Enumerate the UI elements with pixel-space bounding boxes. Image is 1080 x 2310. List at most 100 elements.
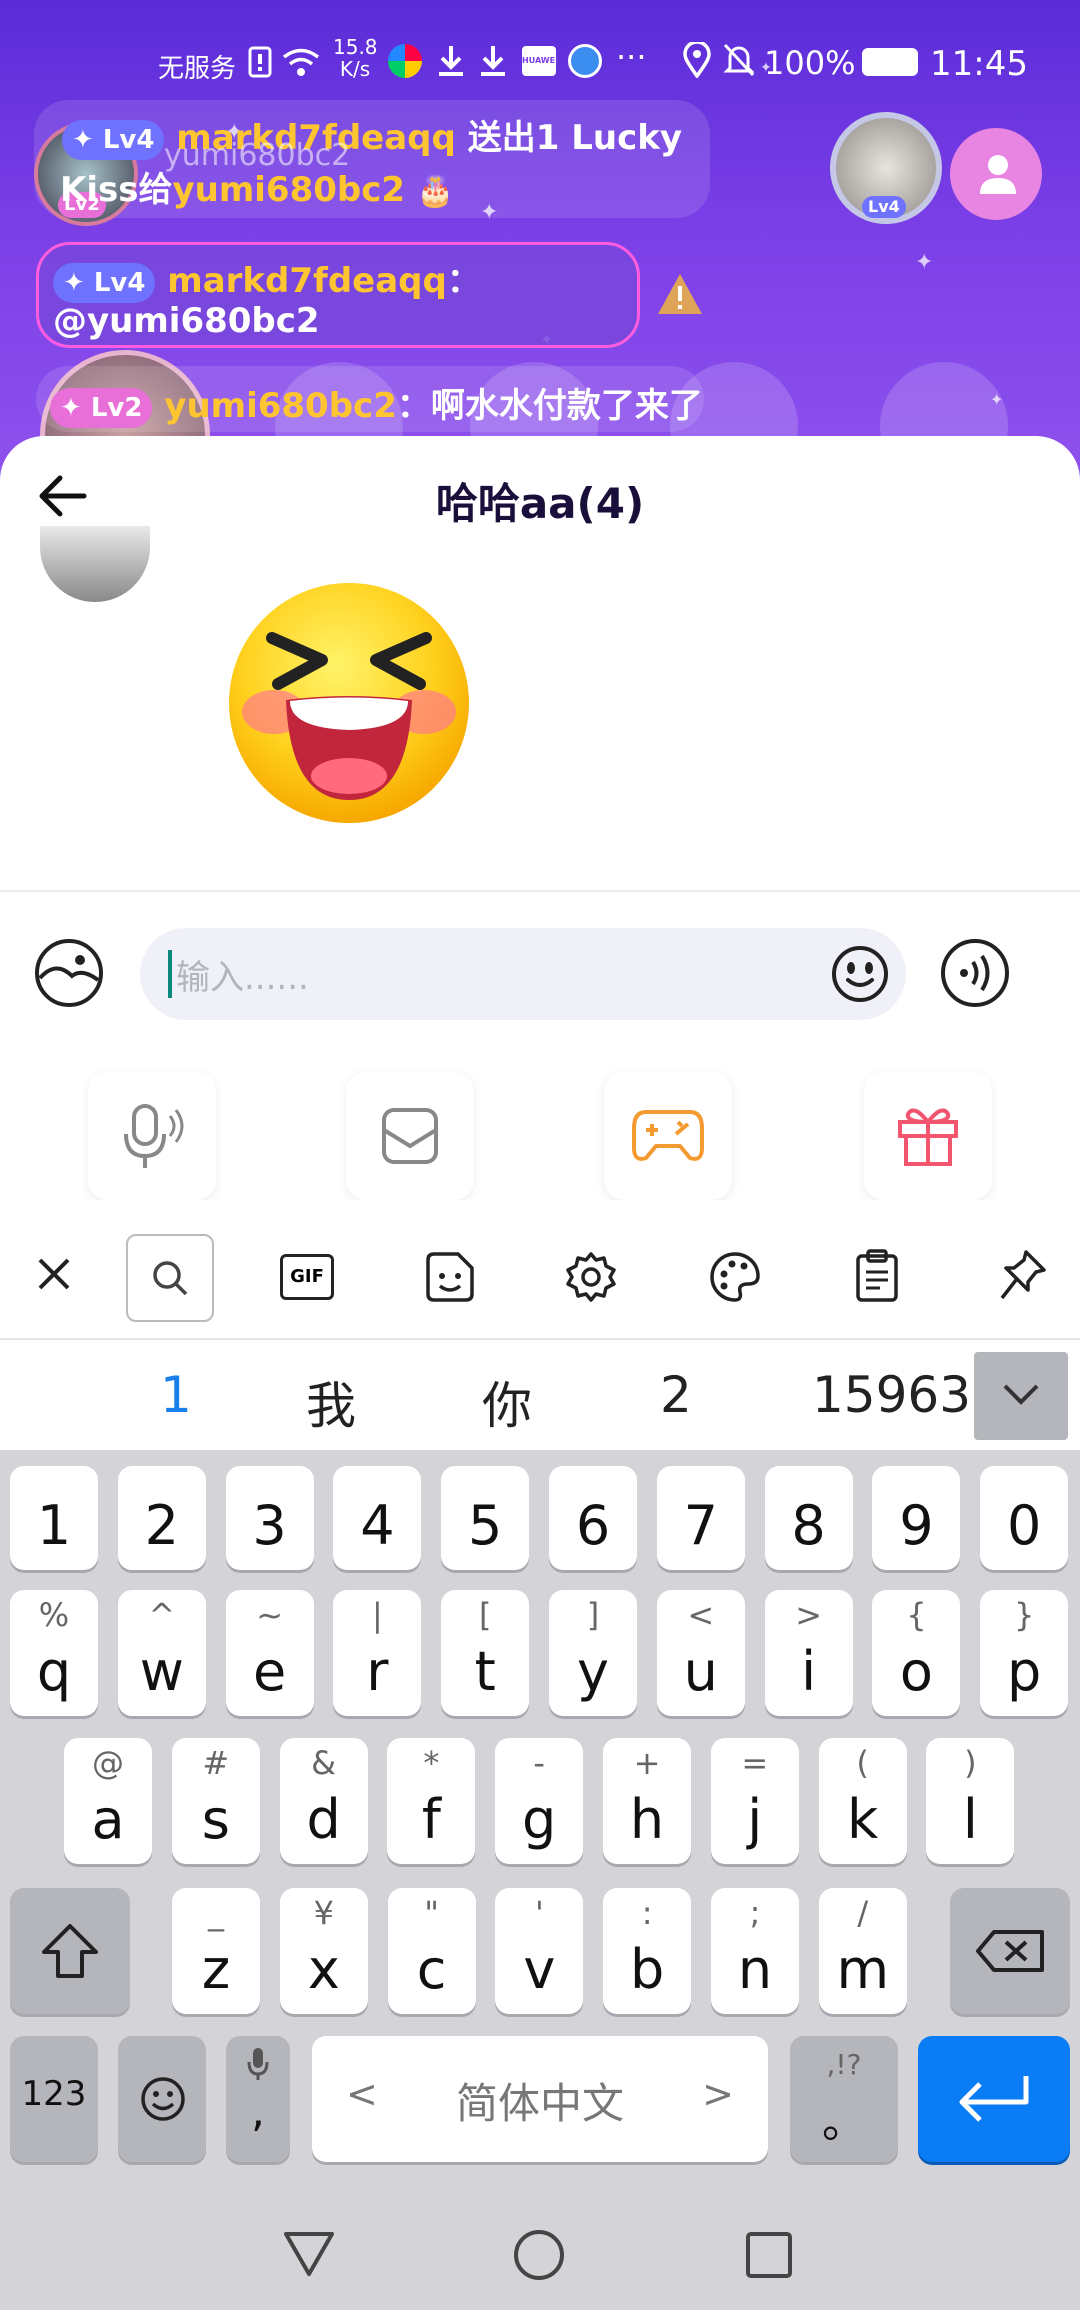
key[interactable]: v ' bbox=[495, 1888, 584, 2014]
emoji-key[interactable] bbox=[118, 2036, 206, 2162]
key[interactable]: b: bbox=[603, 1888, 692, 2014]
backspace-icon bbox=[976, 1930, 1044, 1972]
voice-message-button[interactable] bbox=[88, 1072, 216, 1200]
key[interactable]: 5 bbox=[441, 1466, 530, 1570]
key[interactable]: 1 bbox=[10, 1466, 98, 1570]
key[interactable]: 7 bbox=[656, 1466, 745, 1570]
back-nav-icon[interactable] bbox=[282, 2230, 336, 2278]
key[interactable]: x ¥ bbox=[279, 1888, 368, 2014]
key[interactable]: q% bbox=[10, 1590, 98, 1716]
enter-key[interactable] bbox=[918, 2036, 1070, 2162]
voice-mode-button[interactable] bbox=[940, 938, 1010, 1012]
huawei-app-icon: HUAWEI bbox=[522, 46, 558, 76]
key[interactable]: w ^ bbox=[117, 1590, 206, 1716]
input-placeholder: 输入...... bbox=[176, 958, 309, 998]
gift-button[interactable] bbox=[864, 1072, 992, 1200]
key[interactable]: p} bbox=[980, 1590, 1069, 1716]
key[interactable]: i > bbox=[764, 1590, 853, 1716]
key[interactable]: f * bbox=[387, 1738, 476, 1864]
key[interactable]: 0 bbox=[980, 1466, 1069, 1570]
punctuation-key[interactable]: ,!? 。 bbox=[790, 2036, 898, 2162]
key[interactable]: n; bbox=[711, 1888, 799, 2014]
chat-message: ✦ Lv2 yumi680bc2：啊水水付款了来了 bbox=[36, 366, 704, 432]
gift-icon bbox=[898, 1108, 958, 1166]
game-button[interactable] bbox=[604, 1072, 732, 1200]
app-notification-icon bbox=[568, 44, 602, 78]
sticker-button[interactable] bbox=[422, 1250, 476, 1308]
key[interactable]: 2 bbox=[117, 1466, 206, 1570]
key[interactable]: 4 bbox=[333, 1466, 422, 1570]
key[interactable]: 9 bbox=[872, 1466, 961, 1570]
key[interactable]: a @ bbox=[64, 1738, 152, 1864]
expand-candidates-button[interactable] bbox=[974, 1352, 1068, 1440]
key[interactable]: e ~ bbox=[225, 1590, 314, 1716]
key[interactable]: k( bbox=[818, 1738, 907, 1864]
candidate-word[interactable]: 你 bbox=[482, 1366, 532, 1438]
location-icon bbox=[683, 40, 711, 86]
composer-divider bbox=[0, 890, 1080, 892]
shift-key[interactable] bbox=[10, 1888, 130, 2014]
host-level-badge: Lv4 bbox=[862, 196, 906, 218]
theme-button[interactable] bbox=[708, 1250, 762, 1308]
candidate-word[interactable]: 2 bbox=[660, 1366, 692, 1424]
home-nav-icon[interactable] bbox=[512, 2228, 566, 2282]
key[interactable]: o{ bbox=[872, 1590, 961, 1716]
key[interactable]: l) bbox=[926, 1738, 1015, 1864]
keyboard-search-button[interactable] bbox=[126, 1234, 214, 1322]
key[interactable]: 8 bbox=[764, 1466, 853, 1570]
numbers-key[interactable]: 123 bbox=[10, 2036, 98, 2162]
album-button[interactable] bbox=[346, 1072, 474, 1200]
separator: ： bbox=[446, 261, 481, 301]
level-badge: ✦ Lv4 bbox=[62, 119, 165, 160]
key[interactable]: r | bbox=[333, 1590, 422, 1716]
pin-icon bbox=[1000, 1250, 1046, 1300]
clipboard-icon bbox=[856, 1249, 898, 1302]
backspace-key[interactable] bbox=[950, 1888, 1070, 2014]
voice-comma-key[interactable]: , bbox=[226, 2036, 290, 2162]
level-badge: ✦ Lv2 bbox=[50, 387, 153, 428]
pin-button[interactable] bbox=[998, 1248, 1048, 1308]
key[interactable]: j = bbox=[710, 1738, 799, 1864]
sender-nickname[interactable]: yumi680bc2 bbox=[164, 386, 397, 426]
battery-percent: 100% bbox=[764, 44, 856, 82]
space-key[interactable]: < 简体中文 > bbox=[312, 2036, 768, 2162]
key[interactable]: m / bbox=[818, 1888, 907, 2014]
sound-wave-icon bbox=[941, 939, 1009, 1007]
key[interactable]: h + bbox=[603, 1738, 691, 1864]
warning-icon[interactable] bbox=[656, 272, 704, 320]
candidate-word[interactable]: 我 bbox=[306, 1366, 356, 1438]
emoji-button[interactable] bbox=[830, 944, 890, 1008]
candidate-word[interactable]: 1 bbox=[160, 1366, 192, 1424]
search-icon bbox=[153, 1261, 188, 1296]
clipboard-button[interactable] bbox=[854, 1248, 900, 1308]
keyboard: 123 , < 简体中文 > ,!? 。 1 2 3 4 5 6 7 8 9 0 q% w ^ e ~ r | t… bbox=[0, 1450, 1080, 2310]
gamepad-icon bbox=[632, 1110, 704, 1161]
key[interactable]: 6 bbox=[549, 1466, 637, 1570]
status-bar: 无服务 15.8 K/s HUAWEI ··· 100% 11:45 bbox=[0, 36, 1080, 88]
recents-nav-icon[interactable] bbox=[744, 2230, 794, 2280]
members-button[interactable] bbox=[950, 128, 1042, 220]
key[interactable]: s # bbox=[171, 1738, 260, 1864]
gif-icon[interactable]: GIF bbox=[280, 1254, 334, 1300]
key[interactable]: c " bbox=[387, 1888, 476, 2014]
keyboard-toolbar: GIF bbox=[0, 1200, 1080, 1338]
receiver-nickname[interactable]: yumi680bc2 bbox=[172, 170, 405, 210]
candidate-word[interactable]: 15963 bbox=[812, 1366, 968, 1424]
close-keyboard-button[interactable] bbox=[34, 1254, 74, 1298]
settings-button[interactable] bbox=[564, 1250, 618, 1308]
chevron-down-icon bbox=[1003, 1384, 1039, 1405]
key[interactable]: 3 bbox=[225, 1466, 314, 1570]
sender-nickname[interactable]: markd7fdeaqq bbox=[167, 261, 447, 301]
key[interactable]: y] bbox=[549, 1590, 637, 1716]
key[interactable]: t[ bbox=[441, 1590, 530, 1716]
photo-button[interactable] bbox=[34, 938, 104, 1012]
enter-icon bbox=[959, 2076, 1029, 2122]
message-input[interactable]: 输入...... bbox=[140, 928, 906, 1020]
key[interactable]: u < bbox=[656, 1590, 745, 1716]
gift-action-text: 送出1 Lucky bbox=[467, 118, 682, 158]
gift-target-prefix: Kiss给 bbox=[60, 170, 173, 210]
key[interactable]: d & bbox=[279, 1738, 368, 1864]
key[interactable]: z _ bbox=[172, 1888, 260, 2014]
key[interactable]: g- bbox=[495, 1738, 584, 1864]
close-icon bbox=[38, 1258, 70, 1290]
